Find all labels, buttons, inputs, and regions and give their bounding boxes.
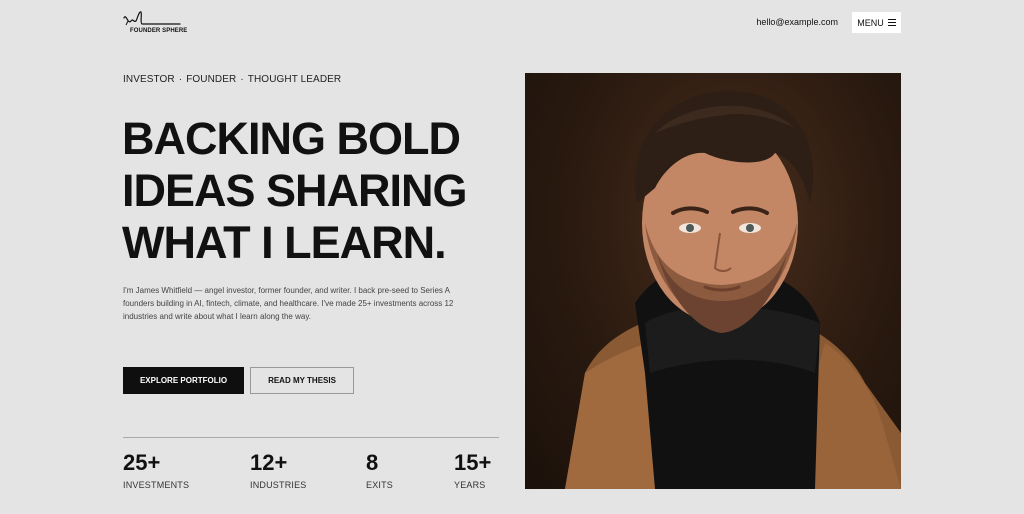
logo-text: FOUNDER SPHERE <box>130 28 188 34</box>
separator-dot: · <box>240 74 244 85</box>
stat-value: 15+ <box>454 450 492 475</box>
email-link[interactable]: hello@example.com <box>756 17 838 27</box>
headline-line: WHAT I LEARN. <box>122 217 447 268</box>
stat-years: 15+ YEARS <box>454 450 492 491</box>
stat-industries: 12+ INDUSTRIES <box>250 450 307 491</box>
stat-label: INDUSTRIES <box>250 480 307 490</box>
stat-value: 8 <box>366 450 379 475</box>
headline-line: IDEAS SHARING <box>122 165 468 216</box>
explore-portfolio-button[interactable]: EXPLORE PORTFOLIO <box>123 367 244 394</box>
stat-exits: 8 EXITS <box>366 450 394 491</box>
hero-bio: I'm James Whitfield — angel investor, fo… <box>123 286 454 321</box>
tagline: INVESTOR · FOUNDER · THOUGHT LEADER <box>123 74 341 85</box>
stat-label: INVESTMENTS <box>123 480 190 490</box>
headline-line: BACKING BOLD <box>122 113 461 164</box>
stat-value: 25+ <box>123 450 161 475</box>
tagline-item: INVESTOR <box>123 74 175 85</box>
hero-headline: BACKING BOLD IDEAS SHARING WHAT I LEARN. <box>122 113 522 269</box>
tagline-item: FOUNDER <box>186 74 237 85</box>
tagline-item: THOUGHT LEADER <box>247 74 342 85</box>
stat-investments: 25+ INVESTMENTS <box>123 450 190 491</box>
menu-button[interactable]: MENU <box>852 12 901 33</box>
portrait-illustration <box>565 90 901 489</box>
menu-label: MENU <box>857 17 884 28</box>
stat-value: 12+ <box>250 450 288 475</box>
stat-label: EXITS <box>366 480 394 490</box>
logo[interactable]: FOUNDER SPHERE <box>122 9 192 39</box>
hamburger-icon <box>887 19 896 26</box>
separator-dot: · <box>178 74 183 85</box>
portrait-photo <box>525 73 901 489</box>
read-thesis-button[interactable]: READ MY THESIS <box>250 367 354 394</box>
stats-divider <box>123 437 499 438</box>
stat-label: YEARS <box>454 480 486 490</box>
